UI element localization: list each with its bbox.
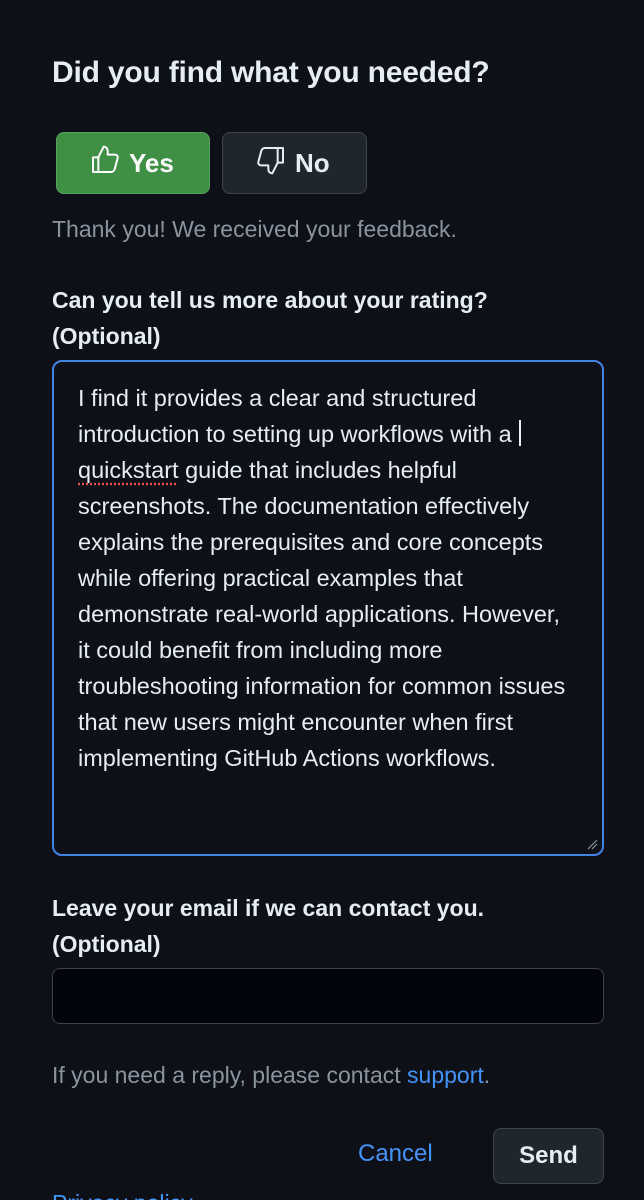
text-caret: [519, 420, 522, 446]
thumbs-up-icon: [89, 144, 121, 183]
cancel-button[interactable]: Cancel: [358, 1140, 433, 1168]
email-field[interactable]: [52, 968, 604, 1024]
reply-suffix: .: [483, 1062, 491, 1088]
misspelled-word: quickstart: [78, 457, 179, 483]
no-label: No: [295, 147, 330, 178]
yes-button[interactable]: Yes: [56, 132, 210, 194]
yes-label: Yes: [129, 147, 174, 178]
comment-text-end: guide that includes helpful screenshots.…: [78, 457, 572, 771]
rating-comment-textarea[interactable]: I find it provides a clear and structure…: [52, 360, 604, 856]
rating-comment-label: Can you tell us more about your rating? …: [52, 287, 488, 349]
thumbs-down-icon: [255, 144, 287, 183]
support-link[interactable]: support: [407, 1062, 484, 1088]
email-label: Leave your email if we can contact you. …: [52, 895, 485, 957]
thanks-message: Thank you! We received your feedback.: [52, 216, 457, 242]
resize-handle-icon[interactable]: [586, 838, 598, 850]
privacy-policy-link[interactable]: Privacy policy: [52, 1190, 193, 1200]
comment-text-start: I find it provides a clear and structure…: [78, 385, 519, 447]
no-button[interactable]: No: [222, 132, 367, 194]
feedback-panel: Did you find what you needed? Yes No Tha…: [0, 0, 644, 1200]
send-button[interactable]: Send: [493, 1128, 604, 1184]
feedback-title: Did you find what you needed?: [52, 56, 490, 89]
vote-buttons: Yes No: [56, 132, 367, 194]
reply-prefix: If you need a reply, please contact: [52, 1062, 408, 1088]
reply-note: If you need a reply, please contact supp…: [52, 1062, 490, 1089]
comment-text: I find it provides a clear and structure…: [78, 380, 578, 776]
